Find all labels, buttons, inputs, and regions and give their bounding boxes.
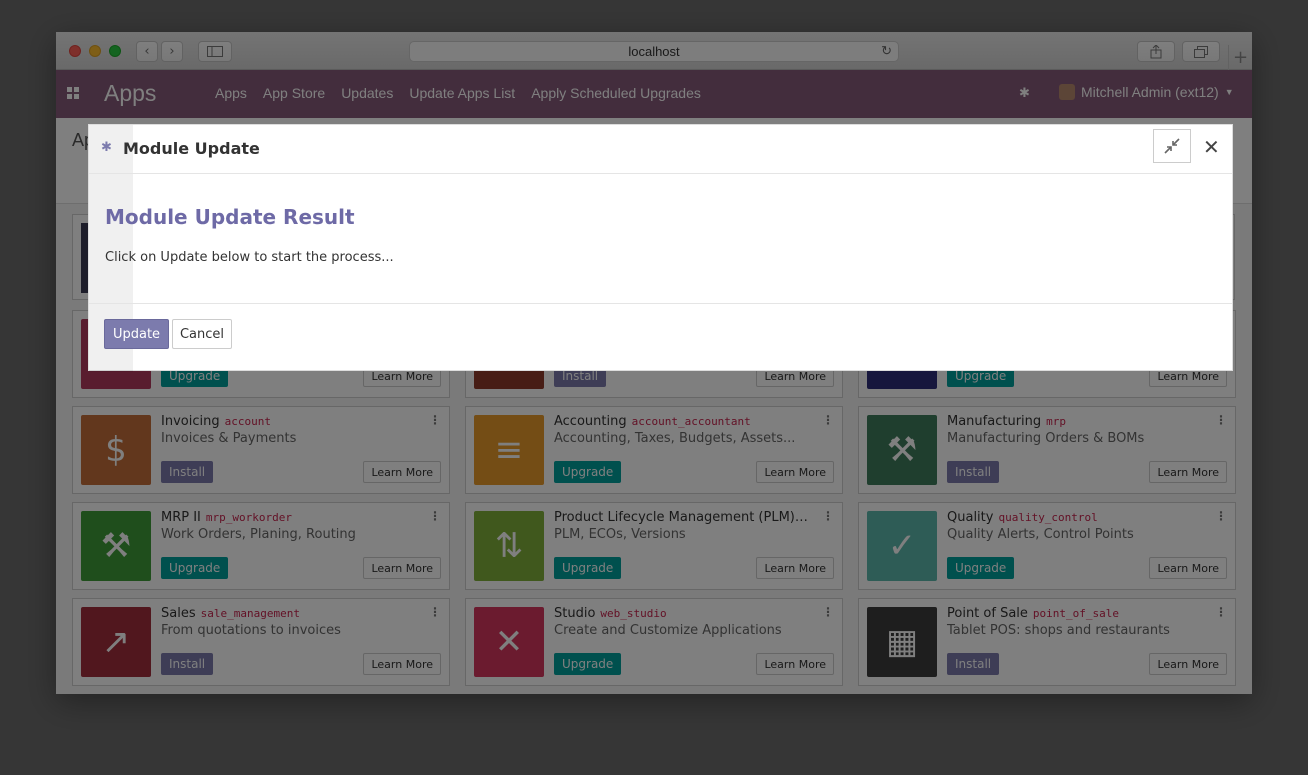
result-heading: Module Update Result [105,205,355,229]
result-text: Click on Update below to start the proce… [105,250,394,265]
cancel-button[interactable]: Cancel [172,319,232,349]
bug-icon: ✱ [101,140,112,155]
dialog-body: Module Update Result Click on Update bel… [89,174,1232,304]
update-button[interactable]: Update [104,319,169,349]
modal-backdrop[interactable] [0,0,1308,775]
dialog-footer: Update Cancel [89,305,1232,372]
close-icon[interactable]: ✕ [1203,135,1220,159]
compress-icon [1164,138,1180,154]
minimize-dialog-button[interactable] [1153,129,1191,163]
module-update-dialog: ✱ Module Update ✕ Module Update Result C… [88,124,1233,372]
dialog-header: ✱ Module Update ✕ [89,125,1232,174]
dialog-title: Module Update [123,139,260,158]
